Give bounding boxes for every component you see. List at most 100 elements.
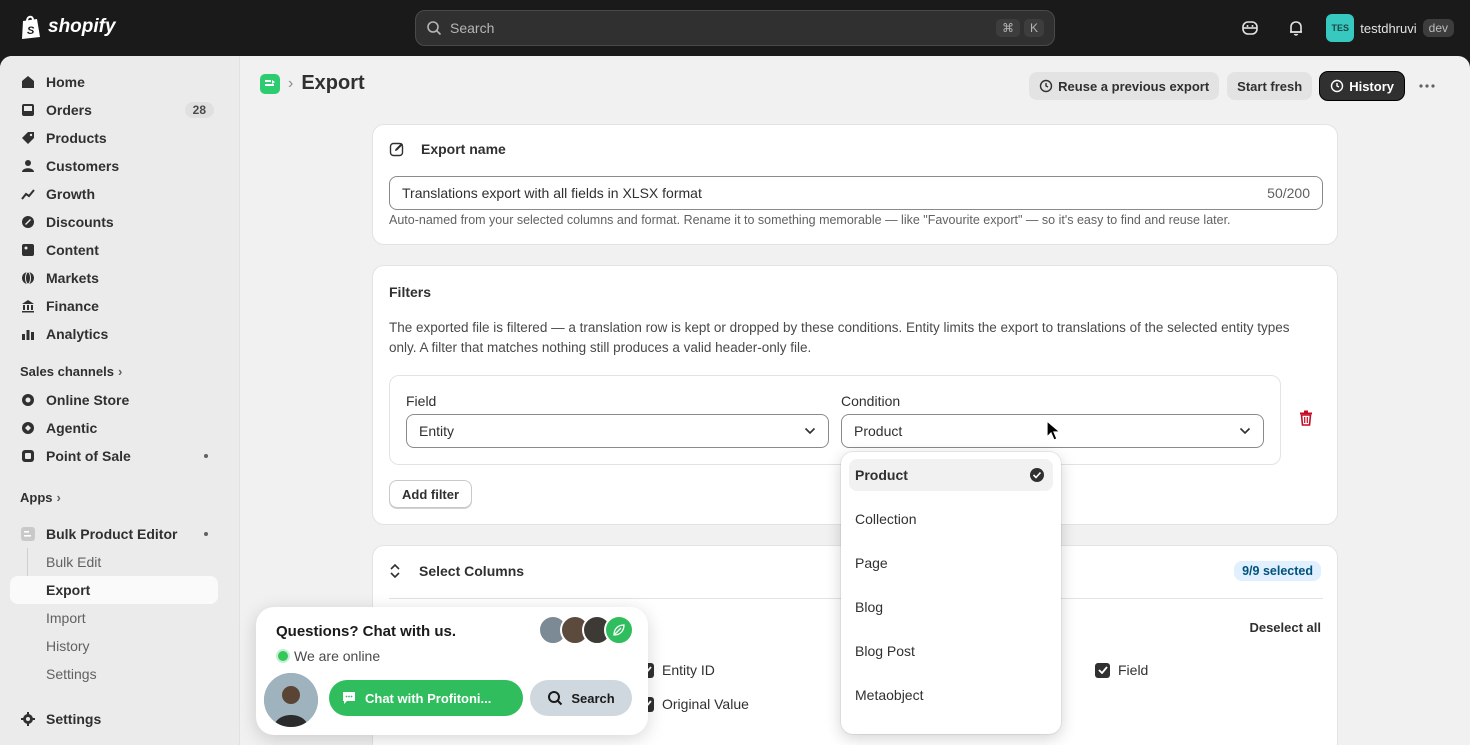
deselect-all-button[interactable]: Deselect all xyxy=(1249,620,1321,635)
expand-collapse-icon[interactable] xyxy=(389,563,401,579)
shortcut-key-k: K xyxy=(1023,19,1044,37)
sidebar-item-finance[interactable]: Finance xyxy=(10,292,218,320)
start-fresh-button[interactable]: Start fresh xyxy=(1227,72,1313,100)
sidebar-item-products[interactable]: Products xyxy=(10,124,218,152)
sidebar-item-orders[interactable]: Orders 28 xyxy=(10,96,218,124)
dropdown-option-collection[interactable]: Collection xyxy=(849,503,1053,535)
sidebar-item-point-of-sale[interactable]: Point of Sale xyxy=(10,442,218,470)
inbox-icon xyxy=(20,102,36,118)
trash-icon xyxy=(1300,410,1312,426)
agent-avatars xyxy=(538,615,634,645)
chat-status: We are online xyxy=(278,648,380,664)
user-name: testdhruvi xyxy=(1360,20,1417,36)
app-icon xyxy=(20,526,36,542)
more-actions-button[interactable] xyxy=(1412,72,1442,100)
chevron-down-icon xyxy=(804,427,816,435)
sidebar-item-bulk-product-editor[interactable]: Bulk Product Editor xyxy=(10,520,218,548)
column-checkbox-original-value[interactable]: Original Value xyxy=(639,696,749,712)
bank-icon xyxy=(20,298,36,314)
chat-with-us-button[interactable]: Chat with Profitoni... xyxy=(329,680,523,716)
shopify-logo[interactable]: S shopify xyxy=(20,14,116,40)
top-bar-actions: TES testdhruvi dev xyxy=(1234,12,1454,44)
app-logo-icon[interactable] xyxy=(260,73,280,94)
column-checkbox-field[interactable]: Field xyxy=(1095,662,1148,678)
history-button[interactable]: History xyxy=(1320,72,1404,100)
export-name-input[interactable]: Translations export with all fields in X… xyxy=(389,176,1323,210)
ellipsis-icon xyxy=(1419,84,1435,88)
chat-status-label: We are online xyxy=(294,648,381,664)
option-label: Product xyxy=(855,467,908,483)
store-badge: dev xyxy=(1422,19,1454,37)
dropdown-option-page[interactable]: Page xyxy=(849,547,1053,579)
sidebar-subitem-settings[interactable]: Settings xyxy=(10,660,218,688)
sidebar-item-customers[interactable]: Customers xyxy=(10,152,218,180)
discount-icon xyxy=(20,214,36,230)
search-button-label: Search xyxy=(571,690,615,706)
chat-search-button[interactable]: Search xyxy=(530,680,632,716)
sidebar-item-growth[interactable]: Growth xyxy=(10,180,218,208)
sidebar-item-label: Growth xyxy=(46,186,95,202)
chat-button-label: Chat with Profitoni... xyxy=(365,690,492,706)
column-label: Original Value xyxy=(662,696,749,712)
sidebar-item-discounts[interactable]: Discounts xyxy=(10,208,218,236)
sidebar-item-label: Home xyxy=(46,74,85,90)
export-name-card: Export name Translations export with all… xyxy=(372,124,1338,245)
user-avatar: TES xyxy=(1326,14,1355,42)
sidebar-subitem-export[interactable]: Export xyxy=(10,576,218,604)
sidekick-button[interactable] xyxy=(1234,12,1266,44)
user-menu[interactable]: TES testdhruvi dev xyxy=(1326,14,1454,42)
sidebar-item-label: Markets xyxy=(46,270,99,286)
apps-heading[interactable]: Apps › xyxy=(20,490,61,505)
sidekick-icon xyxy=(1242,21,1259,35)
sidebar-item-markets[interactable]: Markets xyxy=(10,264,218,292)
sales-channels-heading[interactable]: Sales channels › xyxy=(20,364,122,379)
sidebar-item-content[interactable]: Content xyxy=(10,236,218,264)
pos-icon xyxy=(20,448,36,464)
chat-widget: Questions? Chat with us. We are online C… xyxy=(256,607,648,735)
selected-count-badge: 9/9 selected xyxy=(1234,561,1321,581)
filter-row: Field Entity Condition Product xyxy=(389,375,1281,465)
global-search-input[interactable]: Search ⌘ K xyxy=(415,10,1055,46)
column-checkbox-entity-id[interactable]: Entity ID xyxy=(639,662,715,678)
sidebar-item-home[interactable]: Home xyxy=(10,68,218,96)
sidebar-item-label: Discounts xyxy=(46,214,114,230)
check-circle-icon xyxy=(1030,468,1044,482)
dropdown-option-blog-post[interactable]: Blog Post xyxy=(849,635,1053,667)
globe-icon xyxy=(20,270,36,286)
sidebar-subitem-import[interactable]: Import xyxy=(10,604,218,632)
apps-label: Apps xyxy=(20,490,53,505)
delete-filter-button[interactable] xyxy=(1299,410,1313,429)
clock-icon xyxy=(1039,79,1053,93)
shortcut-key-cmd: ⌘ xyxy=(995,19,1020,37)
bell-icon xyxy=(1290,21,1303,36)
sidebar-item-online-store[interactable]: Online Store xyxy=(10,386,218,414)
brand-name: shopify xyxy=(48,16,116,37)
orders-count-badge: 28 xyxy=(184,102,214,118)
sidebar-subitem-history[interactable]: History xyxy=(10,632,218,660)
field-select[interactable]: Entity xyxy=(406,414,829,448)
dropdown-option-blog[interactable]: Blog xyxy=(849,591,1053,623)
sidebar-item-label: Online Store xyxy=(46,392,130,408)
sidebar-item-label: Settings xyxy=(46,711,102,727)
sidebar-item-label: Analytics xyxy=(46,326,109,342)
dropdown-option-product[interactable]: Product xyxy=(849,459,1053,491)
filters-title: Filters xyxy=(389,284,432,300)
condition-select-value: Product xyxy=(854,423,903,439)
character-counter: 50/200 xyxy=(1267,185,1310,201)
export-name-help: Auto-named from your selected columns an… xyxy=(389,213,1231,227)
sidebar-item-label: Content xyxy=(46,242,99,258)
agent-photo xyxy=(264,673,318,727)
sidebar-item-agentic[interactable]: Agentic xyxy=(10,414,218,442)
chat-bubble-icon xyxy=(343,692,355,704)
sidebar-item-analytics[interactable]: Analytics xyxy=(10,320,218,348)
add-filter-button[interactable]: Add filter xyxy=(389,480,473,508)
dropdown-option-metaobject[interactable]: Metaobject xyxy=(849,679,1053,711)
checkbox-checked xyxy=(1095,662,1110,678)
sidebar-item-settings[interactable]: Settings xyxy=(10,705,218,733)
reuse-previous-export-button[interactable]: Reuse a previous export xyxy=(1029,72,1220,100)
history-label: History xyxy=(1349,78,1394,94)
sidebar-subitem-bulk-edit[interactable]: Bulk Edit xyxy=(10,548,218,576)
tag-icon xyxy=(20,130,36,146)
condition-dropdown-menu: Product Collection Page Blog Blog Post M… xyxy=(841,452,1061,734)
notifications-button[interactable] xyxy=(1280,12,1312,44)
